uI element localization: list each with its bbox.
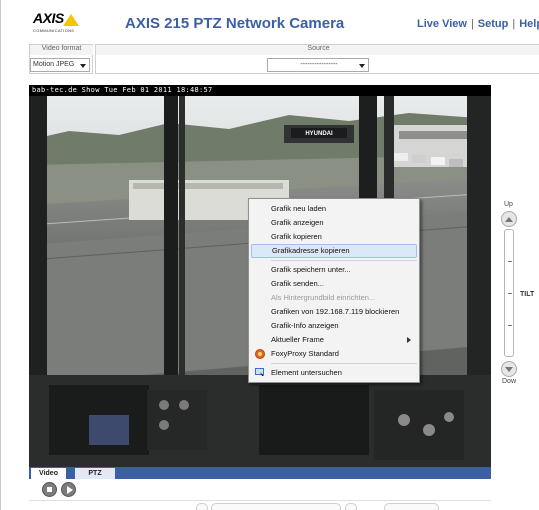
playback-bar [29, 479, 491, 501]
menu-item-current-frame-label: Aktueller Frame [271, 335, 324, 344]
axis-camera-page: { "header": { "logo_text": "AXIS", "logo… [0, 0, 539, 510]
tilt-down-button[interactable] [501, 361, 517, 377]
menu-separator [271, 363, 417, 364]
view-tabs: Video PTZ [29, 467, 491, 479]
menu-item-inspect-label: Element untersuchen [271, 368, 342, 377]
menu-item-reload-image[interactable]: Grafik neu laden [251, 202, 417, 216]
stop-button[interactable] [42, 482, 57, 497]
menu-item-inspect-element[interactable]: Element untersuchen [251, 366, 417, 380]
scroll-track[interactable] [211, 503, 341, 510]
tilt-tick [508, 261, 512, 262]
menu-item-send-image[interactable]: Grafik senden... [251, 277, 417, 291]
scroll-right-button[interactable] [345, 503, 357, 510]
nav-separator: | [512, 18, 516, 30]
tilt-up-label: Up [504, 201, 513, 208]
menu-item-image-info[interactable]: Grafik-Info anzeigen [251, 319, 417, 333]
nav-setup[interactable]: Setup [478, 18, 509, 30]
nav-help[interactable]: Help [519, 18, 539, 30]
source-select[interactable]: ---------------- [267, 58, 369, 72]
tab-ptz[interactable]: PTZ [75, 468, 115, 479]
logo-subtitle: COMMUNICATIONS [33, 28, 75, 33]
menu-item-foxyproxy[interactable]: FoxyProxy Standard [251, 347, 417, 361]
video-format-group: Video format Motion JPEG [29, 44, 93, 74]
stream-controls: Video format Motion JPEG Source --------… [29, 44, 539, 78]
menu-item-copy-image[interactable]: Grafik kopieren [251, 230, 417, 244]
source-label: Source [96, 44, 539, 55]
tilt-down-label: Dow [502, 378, 517, 385]
stop-icon [47, 487, 52, 492]
menu-item-view-image[interactable]: Grafik anzeigen [251, 216, 417, 230]
submenu-arrow-icon [407, 337, 411, 343]
menu-separator [271, 260, 417, 261]
bottom-control[interactable] [384, 503, 439, 510]
axis-logo[interactable]: AXIS COMMUNICATIONS [33, 10, 93, 36]
timestamp-overlay: bab-tec.de Show Tue Feb 01 2011 18:48:57 [29, 85, 491, 96]
arrow-down-icon [505, 367, 513, 372]
hyundai-sign: HYUNDAI [305, 131, 333, 137]
tab-video[interactable]: Video [31, 468, 66, 479]
play-button[interactable] [61, 482, 76, 497]
menu-item-save-image-as[interactable]: Grafik speichern unter... [251, 263, 417, 277]
nav-live-view[interactable]: Live View [417, 18, 467, 30]
menu-item-foxyproxy-label: FoxyProxy Standard [271, 349, 339, 358]
ptz-tilt-panel: Up TILT Dow [498, 195, 539, 395]
menu-item-set-as-background: Als Hintergrundbild einrichten... [271, 293, 376, 302]
chevron-down-icon [359, 64, 365, 68]
logo-text: AXIS [33, 10, 64, 26]
tilt-tick [508, 325, 512, 326]
menu-item-current-frame[interactable]: Aktueller Frame [251, 333, 417, 347]
arrow-up-icon [505, 217, 513, 222]
header: AXIS COMMUNICATIONS AXIS 215 PTZ Network… [1, 0, 539, 40]
top-nav: Live View|Setup|Help [417, 18, 539, 30]
scroll-left-button[interactable] [196, 503, 208, 510]
tilt-label: TILT [520, 291, 535, 298]
context-menu: Grafik neu laden Grafik anzeigen Grafik … [248, 198, 420, 383]
tilt-up-button[interactable] [501, 211, 517, 227]
foxyproxy-icon [255, 349, 265, 359]
source-value: ---------------- [300, 61, 338, 68]
menu-item-block-images[interactable]: Grafiken von 192.168.7.119 blockieren [251, 305, 417, 319]
video-format-select[interactable]: Motion JPEG [30, 58, 90, 72]
video-format-value: Motion JPEG [33, 61, 75, 68]
menu-item-copy-image-address[interactable]: Grafikadresse kopieren [251, 244, 417, 258]
nav-separator: | [470, 18, 474, 30]
chevron-down-icon [80, 64, 86, 68]
tilt-tick [508, 293, 512, 294]
page-title: AXIS 215 PTZ Network Camera [125, 15, 345, 32]
inspect-icon [255, 368, 264, 376]
play-icon [67, 486, 73, 494]
logo-triangle-icon [63, 14, 79, 26]
video-format-label: Video format [30, 44, 93, 55]
source-group: Source ---------------- [95, 44, 539, 74]
